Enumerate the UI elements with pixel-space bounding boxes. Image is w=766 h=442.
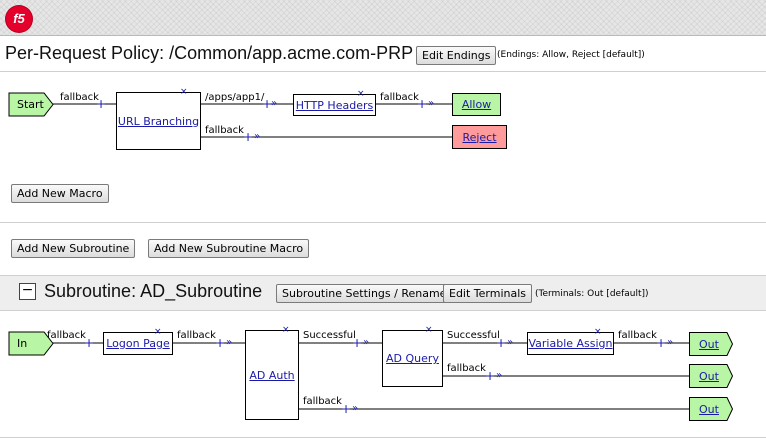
insert-action-plus[interactable]: + — [496, 337, 506, 349]
terminals-note: (Terminals: Out [default]) — [535, 289, 649, 299]
add-new-macro-button[interactable]: Add New Macro — [11, 184, 109, 203]
in-branch-label: fallback — [47, 330, 86, 341]
chevron-right-icon: » — [271, 98, 277, 109]
allow-ending[interactable]: Allow — [452, 93, 501, 116]
delete-action-icon[interactable]: × — [357, 90, 365, 99]
delete-action-icon[interactable]: × — [180, 88, 188, 97]
chevron-right-icon: » — [507, 337, 513, 348]
chevron-right-icon: » — [226, 337, 232, 348]
divider — [0, 222, 766, 223]
logon-page-action[interactable]: Logon Page — [103, 332, 173, 355]
start-branch-label: fallback — [60, 92, 99, 103]
delete-action-icon[interactable]: × — [594, 328, 602, 337]
insert-action-plus[interactable]: + — [243, 131, 253, 143]
insert-action-plus[interactable]: + — [84, 337, 94, 349]
chevron-right-icon: » — [496, 370, 502, 381]
chevron-right-icon: » — [428, 98, 434, 109]
delete-action-icon[interactable]: × — [282, 326, 290, 335]
add-new-subroutine-macro-button[interactable]: Add New Subroutine Macro — [148, 239, 310, 258]
out-terminal[interactable]: Out — [689, 364, 729, 388]
insert-action-plus[interactable]: + — [352, 337, 362, 349]
ad-query-fallback-label: fallback — [447, 363, 486, 374]
ad-auth-fallback-label: fallback — [303, 396, 342, 407]
ad-query-action[interactable]: AD Query — [382, 330, 443, 387]
insert-action-plus[interactable]: + — [96, 98, 106, 110]
insert-action-plus[interactable]: + — [485, 370, 495, 382]
reject-ending[interactable]: Reject — [452, 125, 507, 149]
logon-branch-label: fallback — [177, 330, 216, 341]
branch-apps-label: /apps/app1/ — [205, 92, 265, 103]
chevron-right-icon: » — [363, 337, 369, 348]
start-terminal-outline — [8, 92, 54, 117]
http-headers-branch-label: fallback — [380, 92, 419, 103]
chevron-right-icon: » — [667, 337, 673, 348]
delete-action-icon[interactable]: × — [425, 326, 433, 335]
out-terminal[interactable]: Out — [689, 397, 729, 421]
out-terminal[interactable]: Out — [689, 332, 729, 356]
edit-terminals-button[interactable]: Edit Terminals — [443, 284, 533, 303]
insert-action-plus[interactable]: + — [215, 337, 225, 349]
delete-action-icon[interactable]: × — [154, 328, 162, 337]
add-new-subroutine-button[interactable]: Add New Subroutine — [11, 239, 136, 258]
branch-fallback-label: fallback — [205, 125, 244, 136]
ad-auth-action[interactable]: AD Auth — [245, 330, 299, 420]
insert-action-plus[interactable]: + — [417, 98, 427, 110]
url-branching-action[interactable]: URL Branching — [116, 92, 201, 150]
chevron-right-icon: » — [254, 131, 260, 142]
divider — [0, 437, 766, 438]
subroutine-settings-button[interactable]: Subroutine Settings / Rename — [276, 284, 453, 303]
insert-action-plus[interactable]: + — [341, 403, 351, 415]
variable-assign-branch-label: fallback — [618, 330, 657, 341]
collapse-subroutine-icon[interactable]: − — [19, 283, 36, 300]
ad-auth-success-label: Successful — [303, 330, 356, 341]
subroutine-title: Subroutine: AD_Subroutine — [44, 281, 263, 301]
ad-query-success-label: Successful — [447, 330, 500, 341]
insert-action-plus[interactable]: + — [656, 337, 666, 349]
chevron-right-icon: » — [352, 403, 358, 414]
